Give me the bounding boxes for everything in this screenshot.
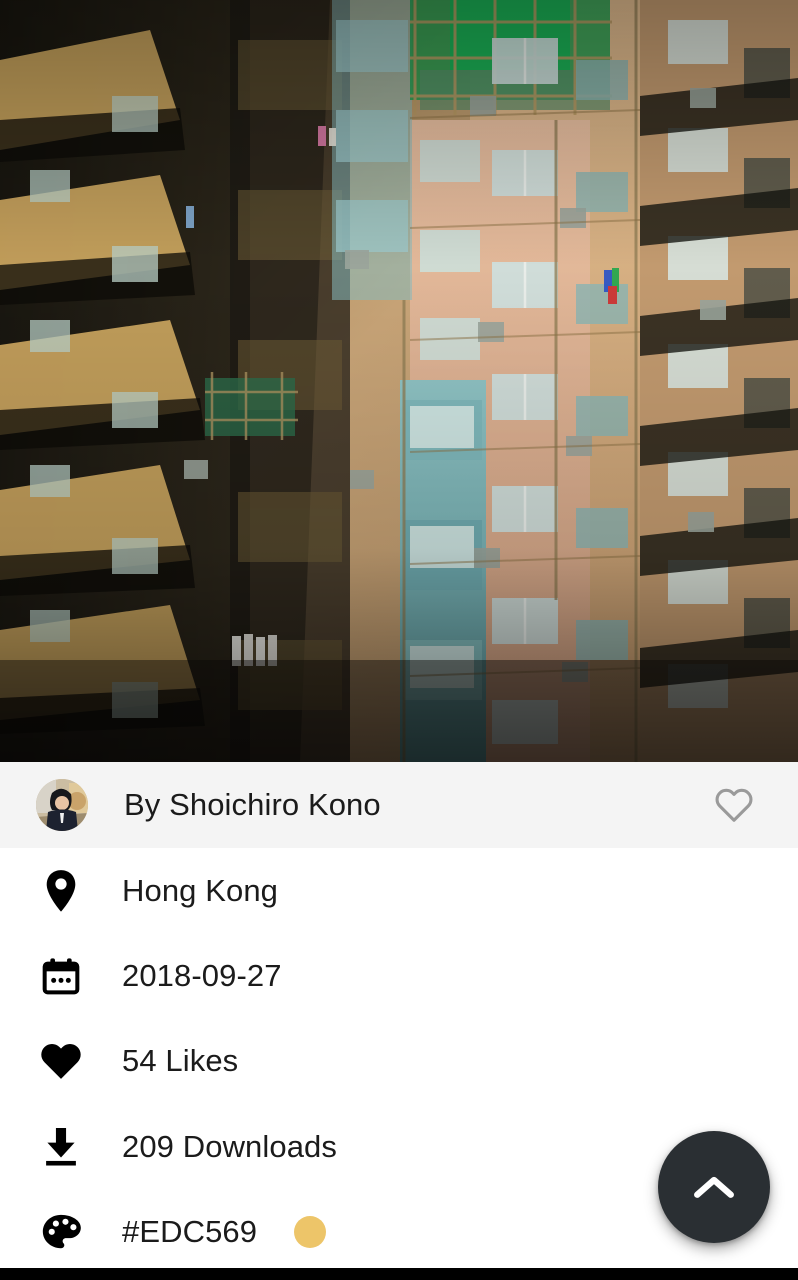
download-icon [0,1126,122,1168]
heart-outline-icon [715,788,753,822]
info-row-location[interactable]: Hong Kong [0,848,798,933]
location-pin-icon [0,869,122,913]
author-byline: By Shoichiro Kono [124,787,381,822]
info-row-downloads-label: 209 Downloads [122,1128,338,1164]
info-row-date[interactable]: 2018-09-27 [0,933,798,1018]
chevron-up-icon [694,1176,734,1198]
info-row-likes-label: 54 Likes [122,1042,239,1078]
system-navigation-bar [0,1268,798,1280]
palette-icon [0,1213,122,1251]
calendar-icon [0,956,122,996]
photo-detail-screen: By Shoichiro Kono Hong Kong 2018-09-27 5… [0,0,798,1280]
info-row-likes[interactable]: 54 Likes [0,1018,798,1103]
info-row-location-label: Hong Kong [122,872,279,908]
avatar[interactable] [36,779,88,831]
like-button[interactable] [706,777,762,833]
photo-image[interactable] [0,0,798,762]
author-bar: By Shoichiro Kono [0,762,798,848]
info-row-color-label: #EDC569 [122,1213,258,1249]
color-swatch [294,1215,327,1248]
scroll-to-top-fab[interactable] [658,1131,770,1243]
info-row-date-label: 2018-09-27 [122,957,282,993]
heart-filled-icon [0,1041,122,1081]
